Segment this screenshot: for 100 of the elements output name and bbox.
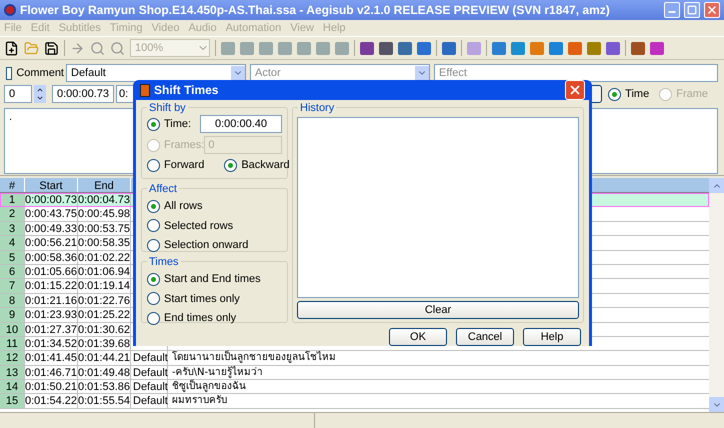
- radio-label: Forward: [164, 158, 204, 173]
- grid-row[interactable]: 13 0:01:46.710:01:49.48 Default -ครับ\N-นายรู้ไหมว่า: [0, 366, 709, 380]
- menu-item[interactable]: View: [290, 20, 314, 36]
- new-file-icon[interactable]: [4, 40, 19, 56]
- toolbar-icon[interactable]: [417, 42, 431, 54]
- table-cell: 0:01:46.71: [25, 366, 78, 380]
- row-number-cell: 13: [0, 366, 25, 380]
- time-field[interactable]: 0:00:00.40: [200, 115, 282, 133]
- radio-label: Frames:: [164, 138, 204, 153]
- zoom-dropdown[interactable]: 100%: [130, 39, 210, 57]
- magnifier-icon[interactable]: [110, 40, 125, 56]
- table-cell: 0:01:34.52: [25, 336, 78, 350]
- app-icon: [140, 84, 150, 96]
- row-number-cell: 9: [0, 308, 25, 322]
- table-cell: 0:01:41.45: [25, 351, 78, 365]
- table-cell: 0:01:19.14: [78, 279, 131, 293]
- toolbar-icon[interactable]: [530, 42, 544, 54]
- table-cell: 0:01:50.21: [25, 380, 78, 394]
- toolbar-icon[interactable]: [631, 42, 645, 54]
- radio-button[interactable]: [147, 292, 160, 306]
- radio-label: Selected rows: [164, 218, 234, 234]
- menu-item[interactable]: Subtitles: [58, 20, 101, 36]
- menu-item[interactable]: Video: [152, 20, 180, 36]
- close-icon: [706, 4, 718, 16]
- arrow-icon[interactable]: [70, 40, 85, 56]
- grid-row[interactable]: 14 0:01:50.210:01:53.86 Default ชิซูเป็นลูกของฉัน: [0, 380, 709, 394]
- magnifier-icon[interactable]: [90, 40, 105, 56]
- toolbar-icon[interactable]: [568, 42, 582, 54]
- row-number-cell: 7: [0, 279, 25, 293]
- menu-item[interactable]: Edit: [30, 20, 50, 36]
- maximize-icon: [687, 5, 697, 15]
- table-cell: 0:00:49.33: [25, 222, 78, 236]
- dialog-button[interactable]: OK: [389, 328, 447, 346]
- radio-label: Backward: [241, 158, 290, 173]
- row-number-cell: 4: [0, 236, 25, 250]
- dialog-button[interactable]: Cancel: [456, 328, 514, 346]
- table-cell: 0:01:30.62: [78, 322, 131, 336]
- radio-button[interactable]: [147, 200, 160, 213]
- table-cell: 0:00:56.21: [25, 236, 78, 250]
- radio-button[interactable]: [608, 88, 622, 100]
- menu-item[interactable]: Audio: [188, 20, 217, 36]
- toolbar-icon[interactable]: [587, 42, 601, 54]
- group-label: History: [298, 100, 336, 116]
- checkbox[interactable]: [6, 66, 12, 80]
- clear-button[interactable]: Clear: [297, 301, 579, 319]
- table-cell: Default: [131, 380, 168, 394]
- window-title: Flower Boy Ramyun Shop.E14.450p-AS.Thai.ssa - Aegisub v2.1.0 RELEASE PREVIEW (SVN r1847, amz): [20, 2, 611, 19]
- toolbar-icon[interactable]: [511, 42, 525, 54]
- table-cell: 0:01:54.22: [25, 394, 78, 408]
- table-cell: 0:00:04.73: [78, 193, 131, 206]
- radio-button[interactable]: [147, 219, 160, 232]
- toolbar-icon[interactable]: [379, 42, 393, 54]
- menu-item[interactable]: File: [4, 20, 22, 36]
- table-cell-text: ชิซูเป็นลูกของฉัน: [171, 380, 247, 394]
- checkbox-label: Comment: [16, 66, 64, 81]
- start-time-field[interactable]: 0:00:00.73: [52, 85, 114, 103]
- maximize-button[interactable]: [684, 2, 700, 18]
- toolbar-icon[interactable]: [442, 42, 456, 54]
- column-header: End: [78, 178, 131, 192]
- scrollbar[interactable]: [709, 178, 724, 412]
- table-cell: 0:01:39.68: [78, 336, 131, 350]
- row-number-cell: 14: [0, 380, 25, 394]
- toolbar-icon[interactable]: [492, 42, 506, 54]
- spin-button[interactable]: [34, 85, 46, 103]
- table-cell: 0:01:44.21: [78, 351, 131, 365]
- menu-item[interactable]: Automation: [226, 20, 282, 36]
- grid-row[interactable]: 12 0:01:41.450:01:44.21 Default โดยนานายเป็นลูกชายของยูลนโชไหม: [0, 351, 709, 366]
- column-header: #: [0, 178, 25, 192]
- close-button[interactable]: [704, 2, 720, 18]
- folder-icon[interactable]: [24, 40, 39, 56]
- toolbar-icon[interactable]: [549, 42, 563, 54]
- effect-field[interactable]: Effect: [434, 64, 718, 82]
- radio-button[interactable]: [147, 272, 160, 286]
- layer-field[interactable]: 0: [4, 85, 32, 103]
- toolbar-icon[interactable]: [398, 42, 412, 54]
- radio-button[interactable]: [147, 238, 160, 252]
- table-cell: 0:00:00.73: [25, 193, 78, 206]
- toolbar-icon[interactable]: [650, 42, 664, 54]
- radio-label: End times only: [164, 311, 236, 326]
- toolbar-icon[interactable]: [360, 42, 374, 54]
- radio-button[interactable]: [147, 118, 160, 130]
- radio-button[interactable]: [147, 158, 160, 172]
- toolbar-icon[interactable]: [606, 42, 620, 54]
- menu-item[interactable]: Help: [322, 20, 346, 36]
- table-cell: 0:01:55.54: [78, 394, 131, 408]
- style-dropdown[interactable]: Default: [66, 64, 246, 82]
- menu-item[interactable]: Timing: [110, 20, 143, 36]
- minimize-button[interactable]: [664, 2, 680, 18]
- table-cell: 0:00:58.36: [25, 250, 78, 264]
- radio-button[interactable]: [147, 312, 160, 325]
- close-icon: [568, 83, 582, 97]
- grid-row[interactable]: 15 0:01:54.220:01:55.54 Default ผมทราบครับ: [0, 394, 709, 409]
- radio-button[interactable]: [224, 158, 238, 172]
- row-number-cell: 3: [0, 222, 25, 236]
- save-icon[interactable]: [44, 40, 59, 56]
- radio-label: Start and End times: [164, 272, 261, 287]
- dialog-button[interactable]: Help: [523, 328, 581, 346]
- table-cell: 0:01:25.22: [78, 308, 131, 322]
- table-cell-text: ผมทราบครับ: [171, 394, 228, 408]
- close-button[interactable]: [565, 80, 585, 100]
